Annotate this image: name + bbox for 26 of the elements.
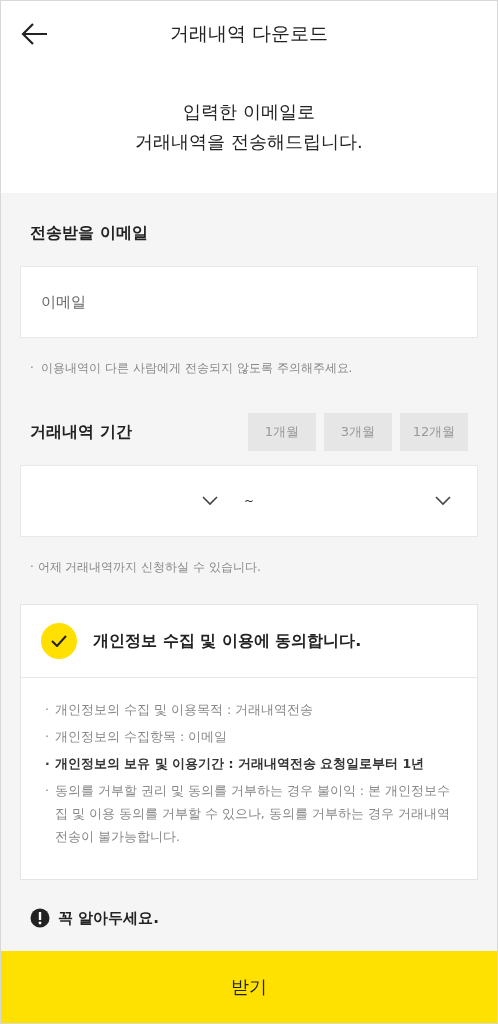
submit-button[interactable]: 받기 <box>1 951 497 1023</box>
intro-text: 입력한 이메일로 <box>183 100 315 124</box>
back-button[interactable] <box>21 22 49 46</box>
consent-item: 개인정보의 수집항목 : 이메일 <box>55 728 228 746</box>
notice-title: 꼭 알아두세요. <box>58 908 159 928</box>
consent-item: 동의를 거부할 권리 및 동의를 거부하는 경우 불이익 : 본 개인정보수집 및 이용 동의를 거부할 수 있으나, 동의를 거부하는 경우 거래내역전송이 불가능합니다. <box>55 782 451 846</box>
intro-text: 거래내역을 전송해드립니다. <box>135 130 363 154</box>
bullet: · <box>45 782 50 800</box>
section-label: 거래내역 기간 <box>29 421 133 443</box>
bullet: · <box>45 755 51 773</box>
bullet: · <box>45 728 50 746</box>
email-field[interactable]: 이메일 <box>20 266 478 338</box>
alert-icon <box>30 908 50 928</box>
consent-title: 개인정보 수집 및 이용에 동의합니다. <box>93 630 362 652</box>
period-button[interactable]: 12개월 <box>400 413 468 451</box>
consent-checkbox[interactable] <box>41 623 77 659</box>
section-label: 전송받을 이메일 <box>29 223 149 244</box>
hint-text: · 어제 거래내역까지 신청하실 수 있습니다. <box>29 559 262 576</box>
hint-text: · 이용내역이 다른 사람에게 전송되지 않도록 주의해주세요. <box>29 360 354 377</box>
page-title: 거래내역 다운로드 <box>169 21 328 46</box>
period-button[interactable]: 3개월 <box>324 413 392 451</box>
consent-item: 개인정보의 보유 및 이용기간 : 거래내역전송 요청일로부터 1년 <box>55 755 425 773</box>
check-icon <box>51 635 67 647</box>
consent-item: 개인정보의 수집 및 이용목적 : 거래내역전송 <box>55 701 314 719</box>
period-button[interactable]: 1개월 <box>248 413 316 451</box>
bullet: · <box>45 701 50 719</box>
